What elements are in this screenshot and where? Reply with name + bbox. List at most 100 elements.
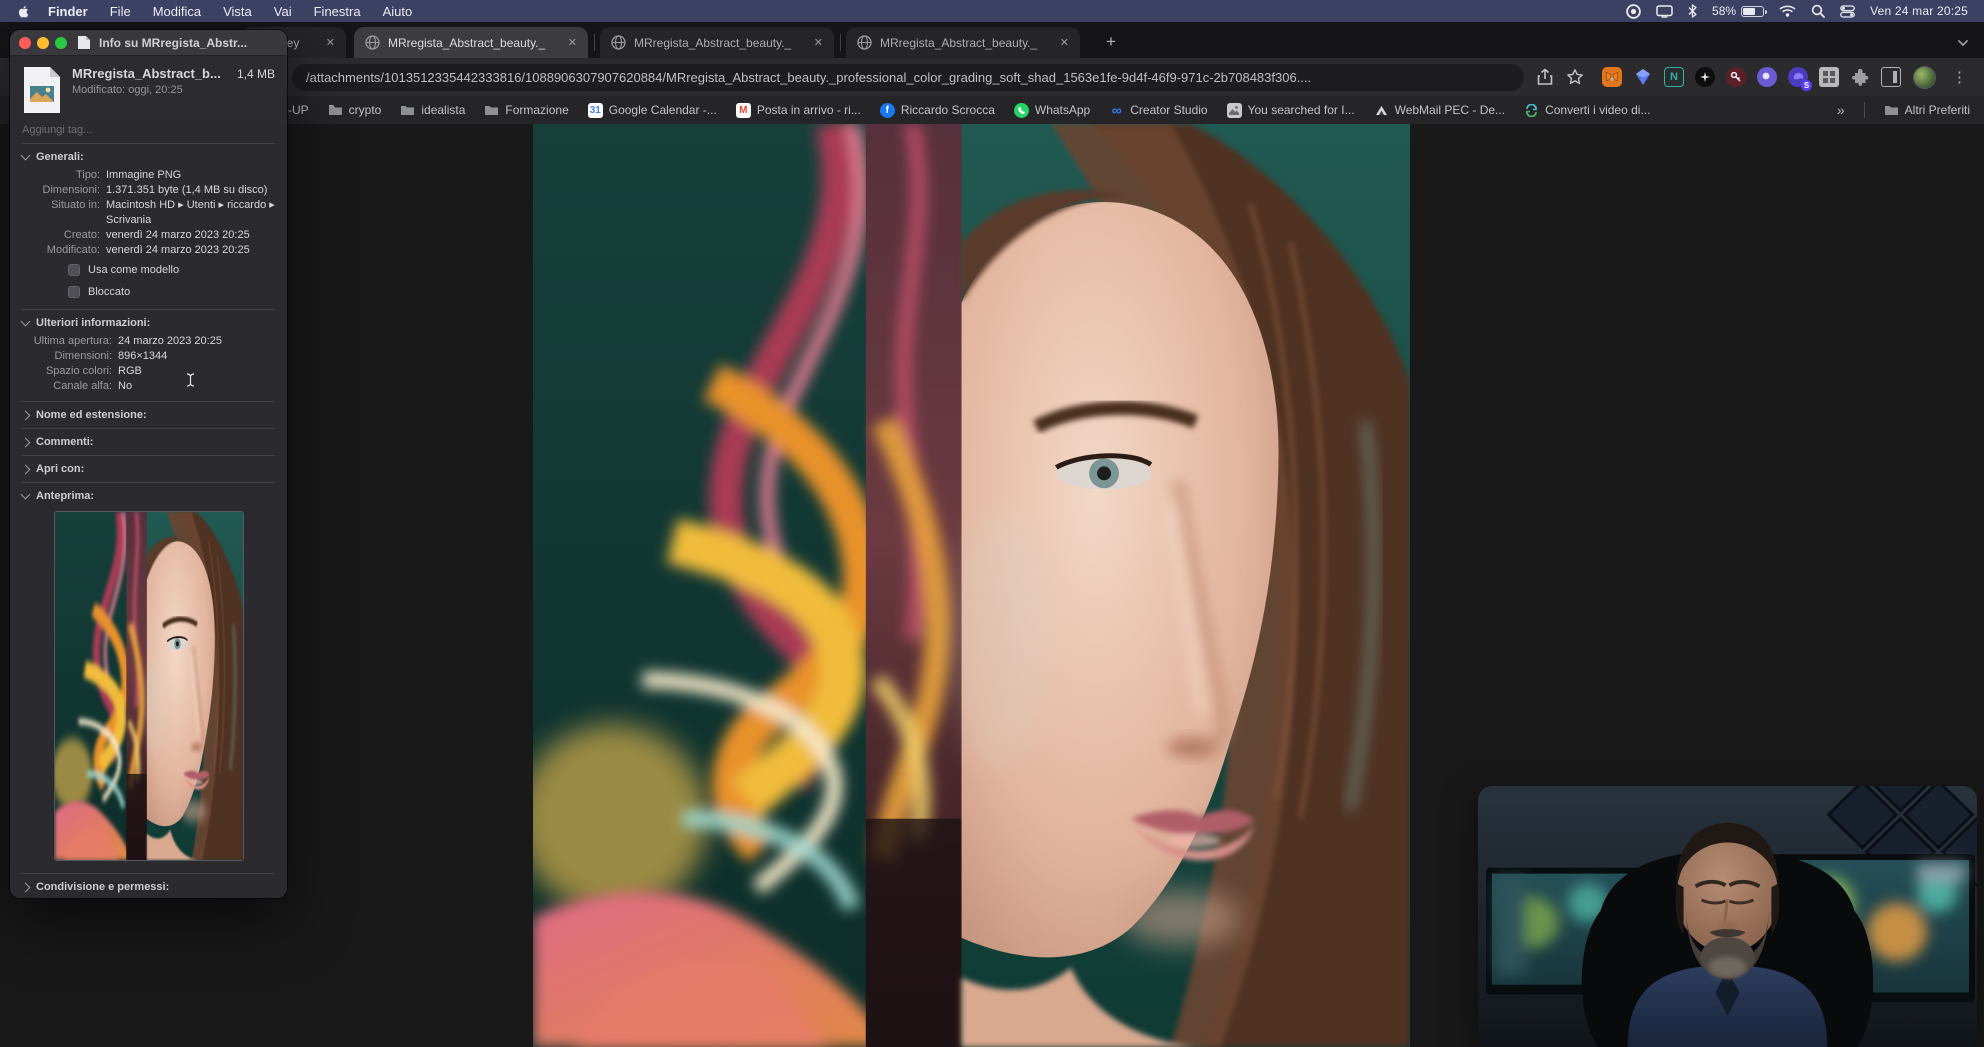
- presenter-video: [1478, 786, 1977, 1047]
- tab-active[interactable]: MRregista_Abstract_beauty._ ✕: [354, 27, 588, 58]
- bookmark-star-icon[interactable]: [1566, 68, 1584, 86]
- menu-finestra[interactable]: Finestra: [303, 4, 372, 19]
- section-title: Condivisione e permessi:: [36, 881, 170, 893]
- extensions-puzzle-icon[interactable]: [1850, 67, 1870, 87]
- sidebar-extension-icon[interactable]: [1881, 67, 1901, 87]
- section-condivisione-permessi[interactable]: Condivisione e permessi:: [10, 874, 287, 898]
- menu-aiuto[interactable]: Aiuto: [372, 4, 424, 19]
- display-icon[interactable]: [1656, 4, 1673, 18]
- menu-file[interactable]: File: [99, 4, 142, 19]
- bookmarks-overflow-chevron[interactable]: »: [1837, 102, 1845, 118]
- menu-clock[interactable]: Ven 24 mar 20:25: [1870, 4, 1968, 18]
- profile-avatar[interactable]: [1913, 65, 1936, 89]
- bookmark-label: Riccardo Scrocca: [900, 103, 995, 117]
- bookmark-you-searched[interactable]: You searched for I...: [1226, 102, 1355, 118]
- zoom-window-button[interactable]: [55, 36, 67, 49]
- pec-mail-icon: [1374, 103, 1389, 118]
- section-apri-con[interactable]: Apri con:: [10, 456, 287, 480]
- tab-3[interactable]: MRregista_Abstract_beauty._ ✕: [600, 27, 834, 58]
- dark-circle-extension-icon[interactable]: [1695, 67, 1715, 87]
- purple-ball-extension-icon[interactable]: [1757, 67, 1777, 87]
- tags-input[interactable]: Aggiungi tag...: [22, 120, 275, 144]
- checkbox-label: Usa come modello: [88, 264, 180, 276]
- bookmark-folder-formazione[interactable]: Formazione: [484, 103, 569, 118]
- bookmark-label: You searched for I...: [1247, 103, 1355, 117]
- file-header: MRregista_Abstract_b... 1,4 MB Modificat…: [10, 56, 287, 120]
- bookmark-label: Creator Studio: [1130, 103, 1208, 117]
- facebook-icon: f: [879, 102, 895, 118]
- bookmark-folder-idealista[interactable]: idealista: [400, 103, 465, 118]
- tab-search-chevron-icon[interactable]: [1956, 36, 1970, 50]
- bookmark-up[interactable]: -UP: [288, 103, 309, 117]
- bookmark-creator-studio[interactable]: ∞ Creator Studio: [1109, 102, 1208, 118]
- section-generali-header[interactable]: Generali:: [10, 144, 287, 168]
- bookmark-label: idealista: [421, 103, 466, 117]
- minimize-window-button[interactable]: [37, 36, 49, 49]
- section-title: Nome ed estensione:: [36, 409, 147, 421]
- other-favorites-folder[interactable]: Altri Preferiti: [1884, 103, 1970, 118]
- spotlight-search-icon[interactable]: [1811, 4, 1825, 18]
- bookmark-webmail-pec[interactable]: WebMail PEC - De...: [1374, 103, 1505, 118]
- section-title: Ulteriori informazioni:: [36, 317, 151, 329]
- nifty-extension-icon[interactable]: N: [1664, 67, 1684, 87]
- tab-close-icon[interactable]: ✕: [1060, 36, 1069, 49]
- section-title: Commenti:: [36, 436, 94, 448]
- tab-4[interactable]: MRregista_Abstract_beauty._ ✕: [846, 27, 1080, 58]
- share-icon[interactable]: [1536, 68, 1554, 86]
- menu-modifica[interactable]: Modifica: [142, 4, 212, 19]
- bookmark-folder-crypto[interactable]: crypto: [328, 103, 381, 118]
- grid-extension-icon[interactable]: [1819, 67, 1839, 87]
- control-center-icon[interactable]: [1840, 4, 1855, 18]
- battery-status[interactable]: 58%: [1712, 4, 1768, 18]
- meta-infinity-icon: ∞: [1111, 102, 1122, 118]
- section-nome-estensione[interactable]: Nome ed estensione:: [10, 402, 287, 426]
- chevron-right-icon: [20, 464, 31, 474]
- file-modified: Modificato: oggi, 20:25: [72, 84, 183, 96]
- bookmark-label: -UP: [288, 103, 309, 117]
- section-anteprima-header[interactable]: Anteprima:: [10, 483, 287, 507]
- image-search-icon: [1226, 102, 1242, 118]
- folder-icon: [484, 103, 499, 118]
- wallet-extension-icon[interactable]: [1633, 67, 1653, 87]
- checkbox-usa-come-modello[interactable]: Usa come modello: [10, 260, 287, 280]
- browser-toolbar: /attachments/1013512335442333816/1088906…: [0, 58, 1984, 96]
- tab-close-icon[interactable]: ✕: [814, 36, 823, 49]
- tab-close-icon[interactable]: ✕: [326, 36, 335, 49]
- bookmark-facebook-profile[interactable]: f Riccardo Scrocca: [879, 102, 995, 118]
- apple-menu-icon[interactable]: [16, 4, 31, 19]
- info-window-titlebar[interactable]: Info su MRregista_Abstr...: [10, 30, 287, 56]
- key-extension-icon[interactable]: [1726, 67, 1746, 87]
- menu-vai[interactable]: Vai: [263, 4, 303, 19]
- convert-arrows-icon: [1524, 103, 1539, 118]
- menu-vista[interactable]: Vista: [212, 4, 263, 19]
- section-commenti[interactable]: Commenti:: [10, 429, 287, 453]
- folder-icon: [1884, 103, 1899, 118]
- wifi-icon[interactable]: [1779, 5, 1796, 17]
- menu-bar: Finder File Modifica Vista Vai Finestra …: [0, 0, 1984, 22]
- ai-portrait-image[interactable]: [533, 124, 1410, 1047]
- section-title: Apri con:: [36, 463, 85, 475]
- section-ulteriori-header[interactable]: Ulteriori informazioni:: [10, 310, 287, 334]
- bluetooth-icon[interactable]: [1688, 4, 1697, 18]
- extensions-row: N S: [1602, 67, 1901, 91]
- bookmark-gmail-inbox[interactable]: M Posta in arrivo - ri...: [735, 102, 861, 118]
- metamask-extension-icon[interactable]: [1602, 67, 1622, 87]
- checkbox-bloccato[interactable]: Bloccato: [10, 282, 287, 302]
- close-window-button[interactable]: [19, 36, 31, 49]
- new-tab-button[interactable]: +: [1098, 29, 1124, 55]
- bookmark-google-calendar[interactable]: 31 Google Calendar -...: [587, 102, 717, 118]
- record-status-icon[interactable]: [1626, 3, 1641, 19]
- folder-icon: [400, 103, 415, 118]
- checkbox-icon[interactable]: [68, 286, 80, 298]
- purple-s-extension-icon[interactable]: S: [1788, 67, 1812, 91]
- bookmark-whatsapp[interactable]: WhatsApp: [1013, 102, 1090, 118]
- browser-menu-kebab-icon[interactable]: ⋮: [1948, 68, 1971, 86]
- checkbox-icon[interactable]: [68, 264, 80, 276]
- tab-close-icon[interactable]: ✕: [568, 36, 577, 49]
- preview-thumbnail[interactable]: [53, 511, 244, 861]
- bookmark-converti-video[interactable]: Converti i video di...: [1524, 103, 1650, 118]
- menu-finder[interactable]: Finder: [37, 4, 99, 19]
- document-icon: [77, 35, 91, 50]
- url-bar[interactable]: /attachments/1013512335442333816/1088906…: [292, 63, 1524, 91]
- whatsapp-icon: [1013, 102, 1029, 118]
